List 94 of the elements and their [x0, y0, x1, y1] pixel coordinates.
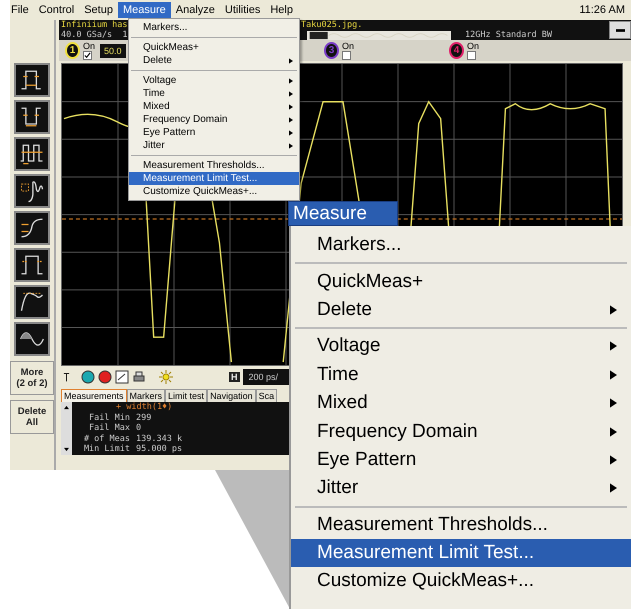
submenu-arrow-icon [289, 116, 293, 122]
submenu-arrow-icon [610, 454, 617, 465]
menu-item[interactable]: Measurement Limit Test... [291, 538, 631, 568]
measurement-button[interactable] [14, 63, 50, 97]
submenu-arrow-icon [289, 130, 293, 136]
submenu-arrow-icon [610, 398, 617, 408]
minimize-button[interactable] [609, 21, 631, 39]
measurement-button[interactable] [14, 248, 50, 282]
bandwidth-label: 12GHz Standard BW [464, 30, 552, 40]
submenu-arrow-icon [610, 341, 617, 352]
menu-item[interactable]: Eye Pattern [291, 446, 631, 474]
menu-item[interactable]: Voltage [129, 74, 299, 87]
menu-item[interactable]: Utilities [220, 2, 266, 18]
channel-badge[interactable]: 1 [65, 42, 80, 59]
minus-icon [616, 28, 624, 32]
menu-item[interactable]: File [6, 2, 34, 18]
side-button[interactable]: More (2 of 2) [10, 361, 54, 395]
measurement-button[interactable] [14, 322, 50, 356]
circle-icon [81, 370, 95, 384]
submenu-arrow-icon [289, 104, 293, 110]
file-name: Taku025.jpg. [300, 20, 362, 30]
tab[interactable]: Limit test [165, 389, 208, 402]
stat-label: Min Limit [82, 444, 130, 454]
menu-item[interactable]: Frequency Domain [129, 113, 299, 126]
channel-checkbox[interactable] [83, 50, 92, 60]
trigger-icon [63, 372, 70, 382]
submenu-arrow-icon [289, 58, 293, 64]
tab[interactable]: Navigation [207, 389, 256, 402]
measurement-button[interactable] [14, 285, 50, 319]
stop-icon [98, 370, 112, 384]
measurement-button[interactable] [14, 211, 50, 245]
menu-item[interactable]: Markers... [129, 21, 299, 34]
menu-title: Measure [288, 201, 398, 226]
stat-label: Fail Min [88, 412, 130, 423]
tab[interactable]: Measurements [61, 389, 127, 402]
stat-value: 0 [136, 423, 142, 434]
submenu-arrow-icon [610, 370, 617, 380]
stat-value: 95.000 ps [136, 444, 182, 454]
measurement-button[interactable] [14, 137, 50, 171]
channel-label: On [342, 42, 354, 50]
timebase-label: H [229, 372, 240, 382]
menu-item[interactable]: Jitter [129, 139, 299, 152]
menu-item[interactable]: Measurement Thresholds... [129, 159, 299, 172]
menu-item[interactable]: Customize QuickMeas+... [291, 567, 631, 596]
channel-label: On [83, 42, 96, 50]
menu-item[interactable]: QuickMeas+ [129, 41, 299, 54]
clock-time: 11:26 AM [579, 4, 625, 16]
menu-item[interactable]: Measure [118, 2, 171, 18]
menu-item[interactable]: Delete [291, 296, 631, 324]
measurement-button[interactable] [14, 100, 50, 134]
measurement-button[interactable] [14, 174, 50, 208]
submenu-arrow-icon [610, 426, 617, 437]
menu-item[interactable]: Analyze [170, 2, 220, 18]
side-button[interactable]: Delete All [10, 400, 54, 434]
status-message: Infiniium has [60, 20, 125, 30]
channel-label: On [467, 42, 480, 50]
sun-icon [159, 370, 173, 384]
submenu-arrow-icon [610, 483, 617, 494]
menu-item[interactable]: Frequency Domain [291, 417, 631, 446]
scrollbar[interactable] [61, 402, 72, 455]
printer-icon [132, 370, 146, 384]
menu-item[interactable]: Eye Pattern [129, 126, 299, 139]
submenu-arrow-icon [610, 304, 617, 315]
menu-item[interactable]: Markers... [291, 231, 631, 260]
menu-item[interactable]: Help [265, 2, 298, 18]
submenu-arrow-icon [289, 142, 293, 148]
menu-item[interactable]: Measurement Thresholds... [291, 510, 631, 539]
stat-label: # of Meas [82, 434, 130, 444]
menu-item[interactable]: Time [129, 87, 299, 100]
menu-item[interactable]: Mixed [129, 100, 299, 113]
scroll-down-icon [63, 447, 70, 452]
menu-item[interactable]: QuickMeas+ [291, 267, 631, 296]
menu-item[interactable]: Customize QuickMeas+... [129, 185, 299, 198]
menu-item[interactable]: Measurement Limit Test... [129, 172, 299, 185]
tab[interactable]: Sca [256, 389, 278, 402]
menu-item[interactable]: Control [34, 2, 80, 18]
stat-value: 299 [136, 412, 152, 423]
scale-field[interactable]: 50.0 [100, 44, 126, 58]
menu-item[interactable]: Jitter [291, 474, 631, 503]
channel-checkbox[interactable] [342, 50, 351, 60]
stat-label: Fail Max [88, 423, 130, 434]
channel-badge[interactable]: 4 [449, 42, 464, 59]
stat-value: 139.343 k [136, 434, 182, 444]
tab[interactable]: Markers [126, 389, 166, 402]
menu-item[interactable]: Setup [79, 2, 118, 18]
menu-item[interactable]: Voltage [291, 332, 631, 361]
channel-checkbox[interactable] [467, 50, 476, 60]
submenu-arrow-icon [289, 78, 293, 84]
measurement-name: + width(1♦) [115, 402, 174, 412]
submenu-arrow-icon [289, 90, 293, 96]
scroll-up-icon [63, 405, 70, 410]
sample-rate: 40.0 GSa/s 1 [60, 30, 125, 40]
menu-item[interactable]: Mixed [291, 388, 631, 418]
menu-item[interactable]: Delete [129, 54, 299, 67]
